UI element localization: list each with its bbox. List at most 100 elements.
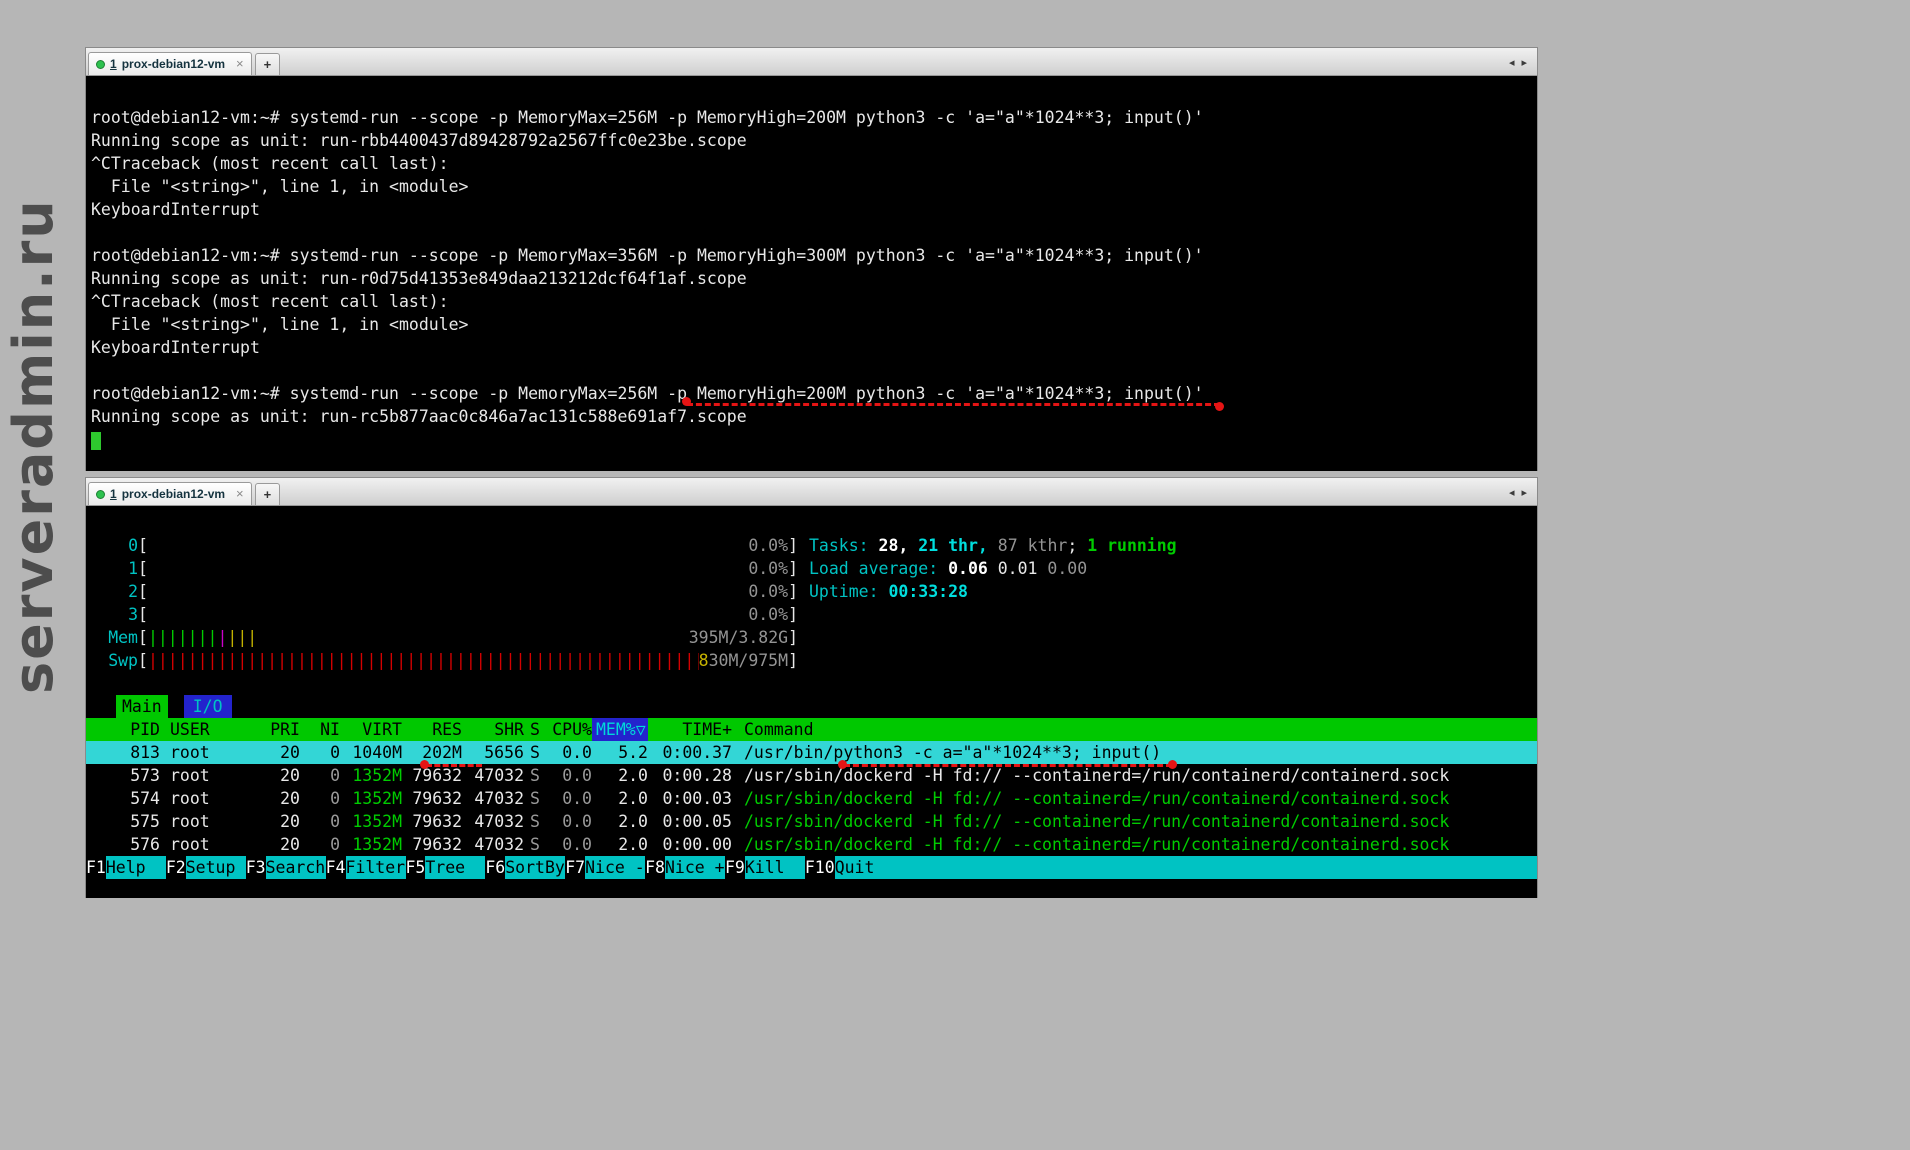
column-header-pri[interactable]: PRI xyxy=(260,718,300,741)
function-key-bar: F1Help F2Setup F3Search F4Filter F5Tree … xyxy=(86,856,1537,879)
tab-status-dot-icon xyxy=(96,490,105,499)
terminal-line: root@debian12-vm:~# systemd-run --scope … xyxy=(91,106,1529,129)
annotation-dot xyxy=(838,760,847,769)
column-header-state[interactable]: S xyxy=(524,718,546,741)
fn-sortby-button[interactable]: F6SortBy xyxy=(485,856,565,879)
cell-shr: 47032 xyxy=(462,764,524,787)
cell-user: root xyxy=(160,764,260,787)
terminal-line-blank xyxy=(91,221,1529,244)
fn-kill-button[interactable]: F9Kill xyxy=(725,856,805,879)
load-1min: 0.06 xyxy=(948,559,998,578)
cell-time: 0:00.00 xyxy=(648,833,732,856)
column-header-user[interactable]: USER xyxy=(160,718,260,741)
cell-ni: 0 xyxy=(300,787,340,810)
terminal-line: root@debian12-vm:~# systemd-run --scope … xyxy=(91,244,1529,267)
process-row[interactable]: 574 root 20 0 1352M 79632 47032 S 0.0 2.… xyxy=(86,787,1537,810)
load-average-line: Load average: 0.06 0.01 0.00 xyxy=(809,557,1177,580)
column-header-pid[interactable]: PID xyxy=(108,718,160,741)
fn-label: Setup xyxy=(186,856,246,879)
screen-tab-io[interactable]: I/O xyxy=(184,695,232,718)
screen-tab-main[interactable]: Main xyxy=(116,695,168,718)
column-header-virt[interactable]: VIRT xyxy=(340,718,402,741)
meter-value: 0.0% xyxy=(748,603,788,626)
column-header-ni[interactable]: NI xyxy=(300,718,340,741)
tab-close-icon[interactable]: × xyxy=(236,489,244,499)
process-row[interactable]: 573 root 20 0 1352M 79632 47032 S 0.0 2.… xyxy=(86,764,1537,787)
terminal-line: File "<string>", line 1, in <module> xyxy=(91,313,1529,336)
memory-bars-buffers: | xyxy=(217,628,227,647)
tab-prox-debian12-vm[interactable]: 1 prox-debian12-vm × xyxy=(88,52,252,75)
memory-bars-used: ||||||| xyxy=(148,628,218,647)
cell-user: root xyxy=(160,810,260,833)
meter-label: 0 xyxy=(108,534,138,557)
meter-bracket: ] xyxy=(788,534,798,557)
fn-label: Kill xyxy=(745,856,805,879)
process-table-header: PID USER PRI NI VIRT RES SHR S CPU% MEM%… xyxy=(86,718,1537,741)
cell-command: /usr/bin/python3 -c a="a"*1024**3; input… xyxy=(732,741,1537,764)
tab-scroll-left-icon[interactable]: ◂ xyxy=(1509,56,1515,69)
column-header-cpu[interactable]: CPU% xyxy=(546,718,592,741)
fn-quit-button[interactable]: F10Quit xyxy=(805,856,895,879)
process-row[interactable]: 576 root 20 0 1352M 79632 47032 S 0.0 2.… xyxy=(86,833,1537,856)
tasks-count: 28, xyxy=(879,536,919,555)
htop-screen[interactable]: 0[0.0%] 1[0.0%] 2[0.0%] 3[0.0%] Mem[||||… xyxy=(86,506,1537,898)
cell-pid: 813 xyxy=(108,741,160,764)
load-15min: 0.00 xyxy=(1047,559,1087,578)
meter-value-highlight: 8 xyxy=(699,651,709,670)
fn-bar-filler xyxy=(895,856,1537,879)
tab-bar-top: 1 prox-debian12-vm × + ◂ ▸ xyxy=(86,48,1537,76)
tab-close-icon[interactable]: × xyxy=(236,59,244,69)
cell-pid: 573 xyxy=(108,764,160,787)
load-5min: 0.01 xyxy=(998,559,1048,578)
fn-search-button[interactable]: F3Search xyxy=(246,856,326,879)
cpu-meter-3: 3[0.0%] xyxy=(108,603,798,626)
column-header-command[interactable]: Command xyxy=(732,718,1537,741)
cell-user: root xyxy=(160,833,260,856)
fn-key: F1 xyxy=(86,856,106,879)
new-tab-button[interactable]: + xyxy=(255,53,281,75)
cell-cpu: 0.0 xyxy=(546,787,592,810)
annotation-underline-process-command xyxy=(844,764,1172,767)
meter-label: 1 xyxy=(108,557,138,580)
meter-value: 0.0% xyxy=(748,580,788,603)
fn-setup-button[interactable]: F2Setup xyxy=(166,856,246,879)
fn-label: Search xyxy=(266,856,326,879)
fn-tree-button[interactable]: F5Tree xyxy=(406,856,486,879)
cell-command: /usr/sbin/dockerd -H fd:// --containerd=… xyxy=(732,833,1537,856)
meter-bracket: [ xyxy=(138,580,148,603)
cell-user: root xyxy=(160,741,260,764)
column-header-shr[interactable]: SHR xyxy=(462,718,524,741)
fn-filter-button[interactable]: F4Filter xyxy=(326,856,406,879)
column-header-time[interactable]: TIME+ xyxy=(648,718,732,741)
tab-scroll-right-icon[interactable]: ▸ xyxy=(1521,486,1527,499)
fn-label: Filter xyxy=(346,856,406,879)
tab-scroll-right-icon[interactable]: ▸ xyxy=(1521,56,1527,69)
terminal-screen-top[interactable]: root@debian12-vm:~# systemd-run --scope … xyxy=(86,76,1537,471)
fn-label: Nice + xyxy=(665,856,725,879)
column-header-res[interactable]: RES xyxy=(402,718,462,741)
process-row-selected[interactable]: 813 root 20 0 1040M 202M 5656 S 0.0 5.2 … xyxy=(86,741,1537,764)
column-header-mem-sort[interactable]: MEM%▽ xyxy=(592,718,648,741)
cell-state: S xyxy=(524,764,546,787)
fn-key: F8 xyxy=(645,856,665,879)
tab-prox-debian12-vm[interactable]: 1 prox-debian12-vm × xyxy=(88,482,252,505)
terminal-window-bottom: 1 prox-debian12-vm × + ◂ ▸ 0[0.0%] 1[0.0… xyxy=(85,477,1538,898)
cell-ni: 0 xyxy=(300,741,340,764)
process-row[interactable]: 575 root 20 0 1352M 79632 47032 S 0.0 2.… xyxy=(86,810,1537,833)
terminal-line: Running scope as unit: run-rc5b877aac0c8… xyxy=(91,405,1529,428)
fn-nice-minus-button[interactable]: F7Nice - xyxy=(565,856,645,879)
cell-state: S xyxy=(524,833,546,856)
meter-value: 30M/975M xyxy=(709,651,788,670)
cell-res: 79632 xyxy=(402,764,462,787)
meter-bracket: ] xyxy=(788,626,798,649)
fn-help-button[interactable]: F1Help xyxy=(86,856,166,879)
load-label: Load average: xyxy=(809,559,948,578)
meter-value: 0.0% xyxy=(748,557,788,580)
terminal-line-blank xyxy=(91,359,1529,382)
new-tab-button[interactable]: + xyxy=(255,483,281,505)
meter-label: Swp xyxy=(108,649,138,672)
fn-key: F3 xyxy=(246,856,266,879)
cell-res: 202M xyxy=(402,741,462,764)
fn-nice-plus-button[interactable]: F8Nice + xyxy=(645,856,725,879)
tab-scroll-left-icon[interactable]: ◂ xyxy=(1509,486,1515,499)
